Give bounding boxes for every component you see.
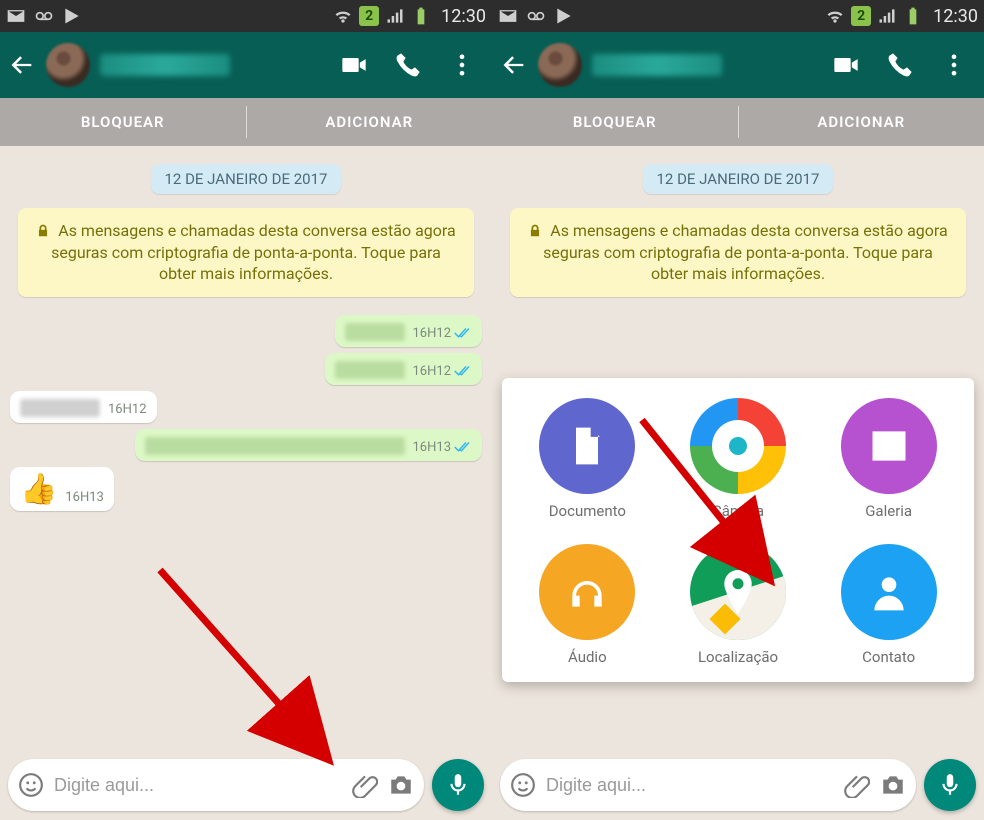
lock-icon [36, 224, 50, 238]
avatar[interactable] [46, 43, 90, 87]
mail-icon [498, 6, 518, 26]
mic-icon [937, 772, 963, 798]
signal-icon [877, 6, 897, 26]
voicemail-icon [34, 6, 54, 26]
attach-document[interactable]: Documento [512, 398, 663, 520]
voice-call-button[interactable] [386, 51, 430, 79]
location-pin-icon [716, 570, 760, 614]
block-button[interactable]: BLOQUEAR [492, 98, 738, 146]
clock: 12:30 [441, 6, 486, 27]
input-bar [0, 752, 492, 820]
clock: 12:30 [933, 6, 978, 27]
message-input[interactable] [54, 775, 342, 796]
message-out[interactable]: 16H12 [335, 315, 483, 347]
mic-icon [445, 772, 471, 798]
attach-icon[interactable] [352, 772, 378, 798]
encryption-notice[interactable]: As mensagens e chamadas desta conversa e… [18, 208, 474, 297]
thumbs-up-icon: 👍 [20, 475, 57, 505]
wifi-icon [825, 6, 845, 26]
camera-icon[interactable] [880, 772, 906, 798]
back-icon[interactable] [8, 51, 36, 79]
play-icon [554, 6, 574, 26]
date-chip: 12 DE JANEIRO DE 2017 [643, 164, 834, 194]
attach-gallery[interactable]: Galeria [813, 398, 964, 520]
encryption-text: As mensagens e chamadas desta conversa e… [51, 221, 456, 283]
battery-icon [903, 6, 923, 26]
msg-time: 16H12 [413, 364, 452, 379]
attach-camera[interactable]: Câmera [663, 398, 814, 520]
read-ticks-icon [454, 326, 472, 340]
mic-button[interactable] [432, 759, 484, 811]
encryption-notice[interactable]: As mensagens e chamadas desta conversa e… [510, 208, 966, 297]
sim-badge: 2 [851, 6, 871, 26]
mic-button[interactable] [924, 759, 976, 811]
input-bar [492, 752, 984, 820]
msg-time: 16H13 [413, 440, 452, 455]
status-bar: 2 12:30 [0, 0, 492, 32]
attach-label: Galeria [865, 502, 912, 520]
chat-area[interactable]: 12 DE JANEIRO DE 2017 As mensagens e cha… [0, 146, 492, 752]
message-out[interactable]: 16H13 [135, 429, 483, 461]
add-button[interactable]: ADICIONAR [247, 98, 493, 146]
signal-icon [385, 6, 405, 26]
more-button[interactable] [932, 51, 976, 79]
msg-time: 16H12 [413, 326, 452, 341]
action-strip: BLOQUEAR ADICIONAR [0, 98, 492, 146]
phone-left: 2 12:30 BLOQUEAR ADICIONAR 12 DE JANEIRO… [0, 0, 492, 820]
status-bar: 2 12:30 [492, 0, 984, 32]
back-icon[interactable] [500, 51, 528, 79]
chat-title[interactable] [100, 54, 322, 76]
attach-label: Câmera [712, 502, 764, 520]
chat-title[interactable] [592, 54, 814, 76]
battery-icon [411, 6, 431, 26]
attachment-panel: Documento Câmera Galeria Áudio Localizaç… [502, 378, 974, 682]
message-out[interactable]: 16H12 [325, 353, 483, 385]
attach-label: Contato [862, 648, 915, 666]
app-bar [0, 32, 492, 98]
image-icon [867, 424, 911, 468]
message-in[interactable]: 👍 16H13 [10, 467, 114, 511]
read-ticks-icon [454, 440, 472, 454]
read-ticks-icon [454, 364, 472, 378]
attach-location[interactable]: Localização [663, 544, 814, 666]
attach-icon[interactable] [844, 772, 870, 798]
video-call-button[interactable] [824, 51, 868, 79]
attach-label: Documento [549, 502, 626, 520]
input-pill [500, 759, 916, 811]
sim-badge: 2 [359, 6, 379, 26]
action-strip: BLOQUEAR ADICIONAR [492, 98, 984, 146]
msg-time: 16H12 [108, 402, 147, 417]
more-button[interactable] [440, 51, 484, 79]
attach-contact[interactable]: Contato [813, 544, 964, 666]
lock-icon [528, 224, 542, 238]
voice-call-button[interactable] [878, 51, 922, 79]
message-input[interactable] [546, 775, 834, 796]
document-icon [565, 424, 609, 468]
headphones-icon [565, 570, 609, 614]
camera-icon[interactable] [388, 772, 414, 798]
mail-icon [6, 6, 26, 26]
voicemail-icon [526, 6, 546, 26]
attach-label: Localização [698, 648, 778, 666]
msg-time: 16H13 [65, 490, 104, 505]
add-button[interactable]: ADICIONAR [739, 98, 984, 146]
wifi-icon [333, 6, 353, 26]
block-button[interactable]: BLOQUEAR [0, 98, 246, 146]
attach-label: Áudio [568, 648, 607, 666]
encryption-text: As mensagens e chamadas desta conversa e… [543, 221, 948, 283]
avatar[interactable] [538, 43, 582, 87]
date-chip: 12 DE JANEIRO DE 2017 [151, 164, 342, 194]
emoji-icon[interactable] [18, 772, 44, 798]
chat-area[interactable]: 12 DE JANEIRO DE 2017 As mensagens e cha… [492, 146, 984, 752]
play-icon [62, 6, 82, 26]
phone-right: 2 12:30 BLOQUEAR ADICIONAR 12 DE JANEIRO… [492, 0, 984, 820]
video-call-button[interactable] [332, 51, 376, 79]
emoji-icon[interactable] [510, 772, 536, 798]
attach-audio[interactable]: Áudio [512, 544, 663, 666]
app-bar [492, 32, 984, 98]
message-in[interactable]: 16H12 [10, 391, 157, 423]
input-pill [8, 759, 424, 811]
person-icon [867, 570, 911, 614]
